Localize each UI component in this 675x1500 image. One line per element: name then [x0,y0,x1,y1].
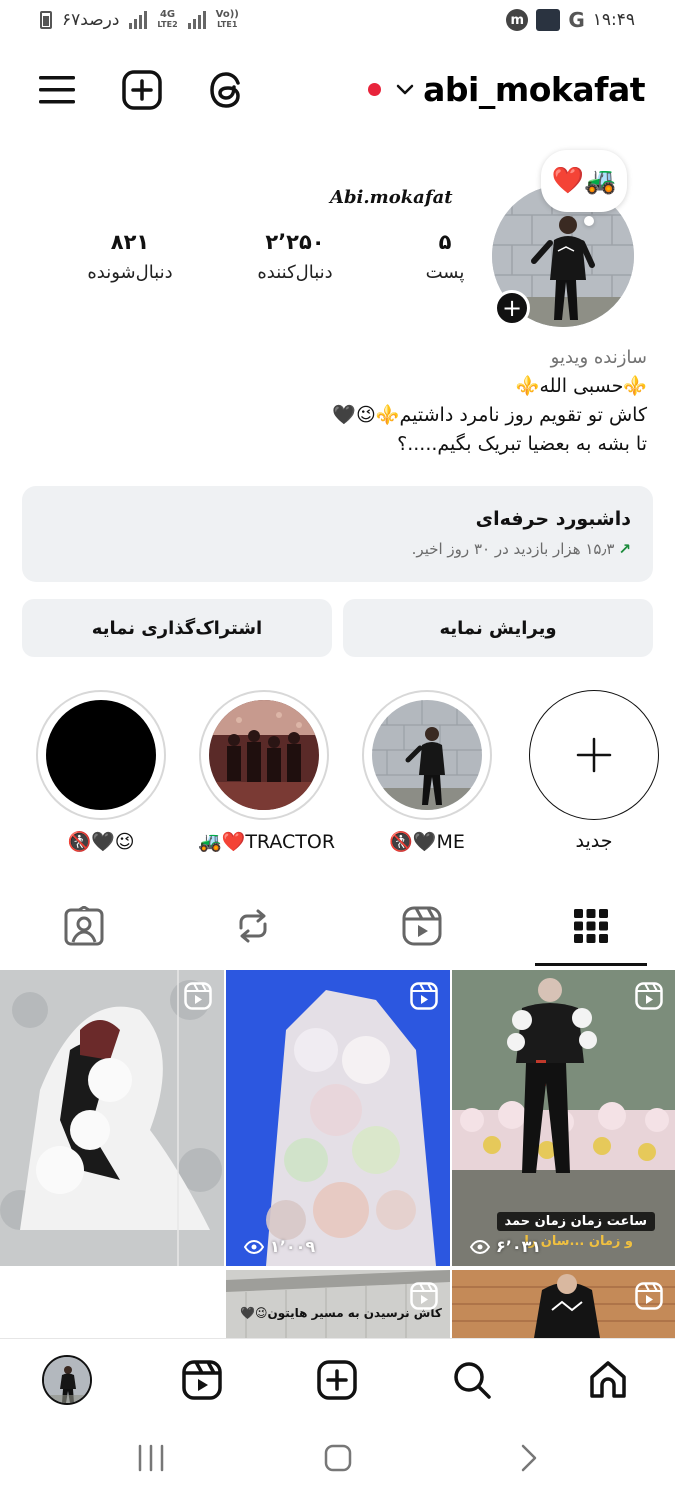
post-thumbnail [0,970,224,1266]
signal-icon [129,11,148,29]
post-thumbnail [226,970,450,1266]
note-tail [584,216,594,226]
views-count: ۶٬۰۳۱ [496,1237,542,1256]
display-name: Abi.mokafat [330,187,453,208]
views-count: ۱٬۰۰۹ [270,1237,316,1256]
grid-post[interactable]: کاش نرسیدن به مسیر هایتون😉🖤 [226,1270,450,1338]
post-views: ۶٬۰۳۱ [470,1237,541,1256]
back-icon[interactable] [504,1438,554,1478]
posts-grid: ساعت زمان زمان حمد و زمان ...سان را ۶٬۰۳… [0,970,675,1338]
stat-posts[interactable]: ۵ پست [395,230,495,283]
clock: ۱۹:۴۹ [592,10,635,30]
stat-followers-label: دنبال‌کننده [257,262,333,283]
grid-post[interactable]: ساعت زمان زمان حمد و زمان ...سان را ۶٬۰۳… [452,970,675,1266]
highlight-label: 🚷🖤😉 [67,831,135,853]
edit-profile-button[interactable]: ویرایش نمایه [343,599,653,657]
dashboard-title: داشبورد حرفه‌ای [475,508,631,530]
bio-line: تا بشه به بعضیا تبریک بگیم.....؟ [397,433,647,455]
grid-post[interactable]: ۱٬۰۰۹ [226,970,450,1266]
profile-avatar[interactable] [39,1352,95,1408]
reel-badge-icon [635,1282,663,1310]
signal-icon-2 [187,11,206,29]
status-bar: ۶۷درصد 4G LTE2 Vo)) LTE1 m G ۱۹:۴۹ [0,0,675,44]
reel-badge-icon [184,982,212,1010]
battery-icon [40,11,52,29]
notification-dot [368,83,381,96]
network-volte: Vo)) LTE1 [215,9,239,30]
network-4g: 4G LTE2 [157,9,178,30]
reels-icon [402,906,442,946]
highlight-new[interactable]: جدید [528,690,660,852]
tagged-icon [64,906,104,946]
threads-icon[interactable] [205,68,249,112]
profile-note[interactable]: ❤️🚜 [541,150,627,212]
active-tab-indicator [535,963,647,966]
grid-tab[interactable] [507,888,675,964]
grid-post[interactable] [0,970,224,1266]
mastodon-icon: m [506,9,529,31]
post-caption-top: ساعت زمان زمان حمد [496,1212,655,1231]
plus-icon [529,690,659,820]
tagged-tab[interactable] [0,888,168,964]
highlight-black[interactable]: 🚷🖤😉 [35,690,167,853]
profile-category: سازنده ویدیو [550,347,647,368]
stat-posts-label: پست [425,262,465,283]
stat-followers[interactable]: ۲٬۲۵۰ دنبال‌کننده [240,230,350,283]
highlight-cover [372,700,482,810]
highlight-me[interactable]: 🚷🖤ME [361,690,493,853]
add-story-button[interactable]: + [494,290,530,326]
highlight-cover [209,700,319,810]
google-icon: G [568,8,585,32]
menu-icon[interactable] [35,68,79,112]
share-profile-button[interactable]: اشتراک‌گذاری نمایه [22,599,332,657]
bio-line: ⚜️حسبی الله⚜️ [515,375,647,397]
bio: سازنده ویدیو ⚜️حسبی الله⚜️ کاش تو تقویم … [27,343,647,459]
eye-icon [470,1239,490,1254]
search-icon[interactable] [444,1352,500,1408]
highlight-tractor[interactable]: 🚜❤️TRACTOR [198,690,336,853]
highlight-label: جدید [575,830,613,852]
reposts-tab[interactable] [169,888,337,964]
stat-following-label: دنبال‌شونده [87,262,173,283]
stat-following-value: ۸۲۱ [110,230,150,254]
grid-icon [574,909,608,943]
stat-posts-value: ۵ [438,230,452,254]
dashboard-subtitle: ↗ ۱۵٫۳ هزار بازدید در ۳۰ روز اخیر. [44,540,631,558]
repost-icon [239,909,267,943]
professional-dashboard[interactable]: داشبورد حرفه‌ای ↗ ۱۵٫۳ هزار بازدید در ۳۰… [22,486,653,582]
content-tabs [0,888,675,968]
nav-avatar-photo [42,1355,92,1405]
stat-following[interactable]: ۸۲۱ دنبال‌شونده [75,230,185,283]
system-navigation [0,1420,675,1500]
app-thumbnail-icon [536,9,561,31]
battery-text: ۶۷درصد [62,10,120,30]
home-icon[interactable] [580,1352,636,1408]
recent-apps-icon[interactable] [126,1438,176,1478]
status-left: ۶۷درصد 4G LTE2 Vo)) LTE1 [40,10,239,30]
highlight-cover [46,700,156,810]
stat-followers-value: ۲٬۲۵۰ [265,230,325,254]
create-icon[interactable] [309,1352,365,1408]
reels-tab[interactable] [338,888,506,964]
eye-icon [244,1239,264,1254]
status-right: m G ۱۹:۴۹ [506,8,635,32]
dashboard-views-text: ۱۵٫۳ هزار بازدید در ۳۰ روز اخیر. [411,540,615,558]
username-switcher[interactable]: abi_mokafat [423,70,645,109]
trend-up-icon: ↗ [618,540,631,558]
grid-post[interactable] [452,1270,675,1338]
highlight-label: 🚷🖤ME [389,831,465,853]
post-views: ۱٬۰۰۹ [244,1237,315,1256]
reel-badge-icon [635,982,663,1010]
reel-badge-icon [410,982,438,1010]
highlight-label: 🚜❤️TRACTOR [198,831,336,853]
reels-icon[interactable] [174,1352,230,1408]
chevron-down-icon[interactable] [394,78,416,104]
reel-badge-icon [410,1282,438,1310]
bio-line: کاش تو تقویم روز نامرد داشتیم⚜️😉🖤 [332,404,647,426]
bottom-navigation [0,1338,675,1420]
create-icon[interactable] [120,68,164,112]
home-button-icon[interactable] [313,1438,363,1478]
